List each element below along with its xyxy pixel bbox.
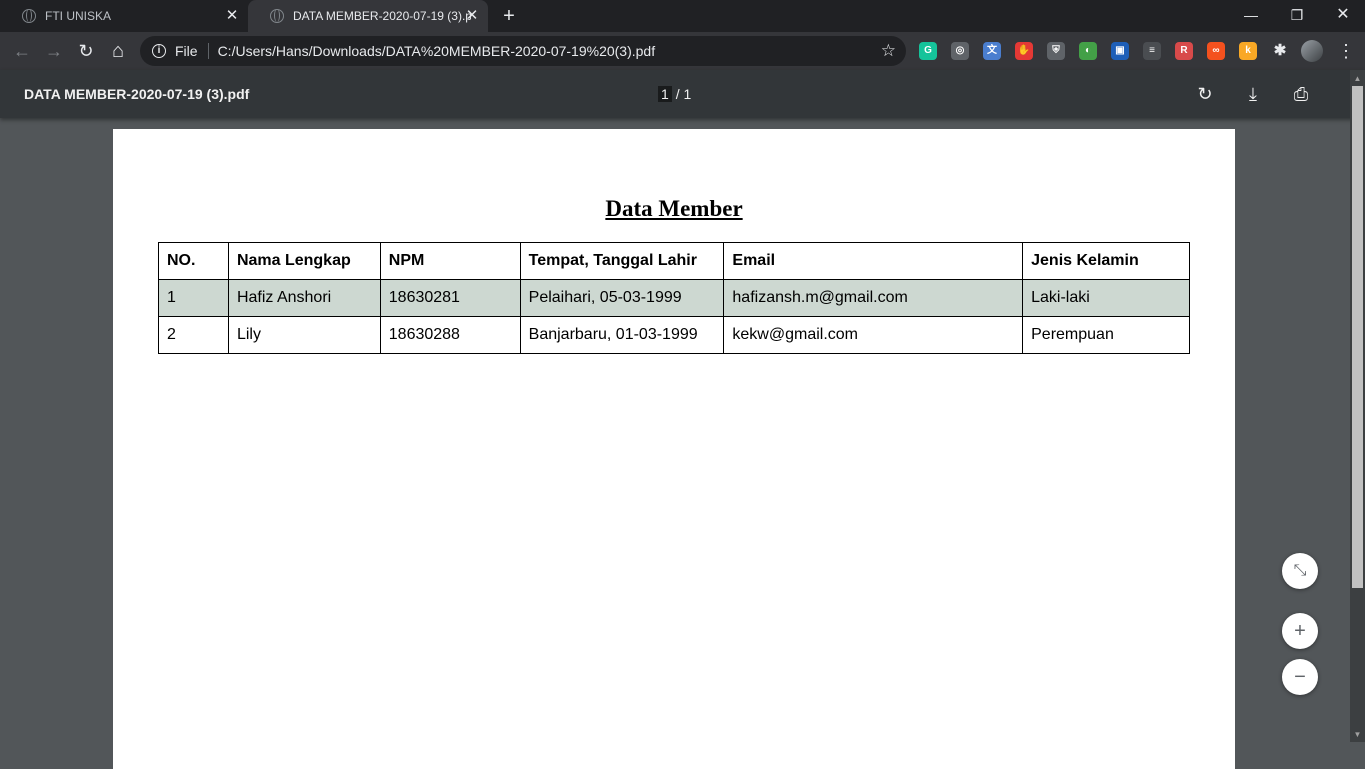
header-nama-lengkap: Nama Lengkap xyxy=(227,242,381,280)
pdf-title: DATA MEMBER-2020-07-19 (3).pdf xyxy=(24,86,250,102)
cell-no: 2 xyxy=(158,316,229,354)
table-header-row: NO. Nama Lengkap NPM Tempat, Tanggal Lah… xyxy=(158,242,1190,280)
menu-button[interactable]: ⋮ xyxy=(1337,40,1355,62)
fit-to-page-button[interactable]: ⤡ xyxy=(1282,553,1318,589)
header-npm: NPM xyxy=(379,242,521,280)
zoom-out-button[interactable]: − xyxy=(1282,659,1318,695)
browser-toolbar: ← → ↻ ⌂ i File C:/Users/Hans/Downloads/D… xyxy=(0,32,1365,70)
page-indicator: 1 / 1 xyxy=(658,86,691,102)
header-email: Email xyxy=(723,242,1024,280)
page-total: / 1 xyxy=(675,86,692,102)
pdf-page: Data Member NO. Nama Lengkap NPM Tempat,… xyxy=(113,129,1235,769)
address-bar[interactable]: i File C:/Users/Hans/Downloads/DATA%20ME… xyxy=(140,36,906,66)
avatar[interactable] xyxy=(1301,40,1323,62)
cell-nama: Lily xyxy=(227,316,381,354)
cell-nama: Hafiz Anshori xyxy=(227,279,381,317)
pdf-toolbar: DATA MEMBER-2020-07-19 (3).pdf 1 / 1 ↻ ⤓… xyxy=(0,70,1365,118)
restore-button[interactable]: ❐ xyxy=(1274,0,1320,32)
close-tab-icon[interactable]: ✕ xyxy=(464,8,480,24)
globe-icon xyxy=(270,9,284,23)
cell-npm: 18630288 xyxy=(379,316,521,354)
globe-icon xyxy=(22,9,36,23)
cell-no: 1 xyxy=(158,279,229,317)
tab-title: FTI UNISKA xyxy=(45,9,112,23)
scrollbar-thumb[interactable] xyxy=(1352,86,1363,588)
cell-ttl: Banjarbaru, 01-03-1999 xyxy=(519,316,725,354)
zoom-in-button[interactable]: + xyxy=(1282,613,1318,649)
cell-email: kekw@gmail.com xyxy=(723,316,1024,354)
tab-title: DATA MEMBER-2020-07-19 (3).pdf xyxy=(293,9,471,23)
puzzle-icon[interactable]: ✱ xyxy=(1271,42,1289,60)
home-button[interactable]: ⌂ xyxy=(106,39,130,63)
scheme-chip[interactable]: File xyxy=(175,43,198,59)
page-number-input[interactable]: 1 xyxy=(658,86,672,102)
reload-button[interactable]: ↻ xyxy=(74,39,98,63)
header-tempat-tanggal-lahir: Tempat, Tanggal Lahir xyxy=(519,242,725,280)
minimize-button[interactable]: — xyxy=(1228,0,1274,32)
grammarly-icon[interactable]: G xyxy=(919,42,937,60)
download-icon[interactable]: ⤓ xyxy=(1241,82,1265,106)
shield-icon[interactable]: ⛨ xyxy=(1047,42,1065,60)
hand-stop-icon[interactable]: ✋ xyxy=(1015,42,1033,60)
google-translate-icon[interactable]: 文 xyxy=(983,42,1001,60)
honey-icon[interactable]: k xyxy=(1239,42,1257,60)
scroll-up-arrow[interactable]: ▲ xyxy=(1350,71,1365,86)
print-icon[interactable]: ⎙ xyxy=(1289,82,1313,106)
close-window-button[interactable]: ✕ xyxy=(1320,0,1365,32)
member-table: NO. Nama Lengkap NPM Tempat, Tanggal Lah… xyxy=(158,242,1190,354)
cell-npm: 18630281 xyxy=(379,279,521,317)
reader-icon[interactable]: R xyxy=(1175,42,1193,60)
divider xyxy=(207,43,209,59)
new-tab-button[interactable]: + xyxy=(499,6,519,26)
table-row: 2 Lily 18630288 Banjarbaru, 01-03-1999 k… xyxy=(158,316,1190,354)
header-jenis-kelamin: Jenis Kelamin xyxy=(1022,242,1190,280)
lens-icon[interactable]: ◎ xyxy=(951,42,969,60)
url-text[interactable]: C:/Users/Hans/Downloads/DATA%20MEMBER-20… xyxy=(218,43,656,59)
window-icon[interactable]: ▣ xyxy=(1111,42,1129,60)
cell-jenis-kelamin: Laki-laki xyxy=(1022,279,1190,317)
back-button[interactable]: ← xyxy=(10,39,34,63)
infinity-icon[interactable]: ∞ xyxy=(1207,42,1225,60)
tab-fti-uniska[interactable]: FTI UNISKA ✕ xyxy=(0,0,248,32)
cell-email: hafizansh.m@gmail.com xyxy=(723,279,1024,317)
database-icon[interactable]: ≡ xyxy=(1143,42,1161,60)
tab-strip: FTI UNISKA ✕ DATA MEMBER-2020-07-19 (3).… xyxy=(0,0,1365,32)
cell-jenis-kelamin: Perempuan xyxy=(1022,316,1190,354)
header-no: NO. xyxy=(158,242,229,280)
table-row: 1 Hafiz Anshori 18630281 Pelaihari, 05-0… xyxy=(158,279,1190,317)
forward-button[interactable]: → xyxy=(42,39,66,63)
close-tab-icon[interactable]: ✕ xyxy=(224,8,240,24)
bookmark-star-icon[interactable]: ☆ xyxy=(881,41,896,61)
tab-data-member-pdf[interactable]: DATA MEMBER-2020-07-19 (3).pdf ✕ xyxy=(248,0,488,32)
rotate-icon[interactable]: ↻ xyxy=(1193,82,1217,106)
scroll-down-arrow[interactable]: ▼ xyxy=(1350,727,1365,742)
color-picker-icon[interactable]: ◐ xyxy=(1079,42,1097,60)
cell-ttl: Pelaihari, 05-03-1999 xyxy=(519,279,725,317)
info-icon[interactable]: i xyxy=(152,44,166,58)
document-title: Data Member xyxy=(605,196,743,221)
